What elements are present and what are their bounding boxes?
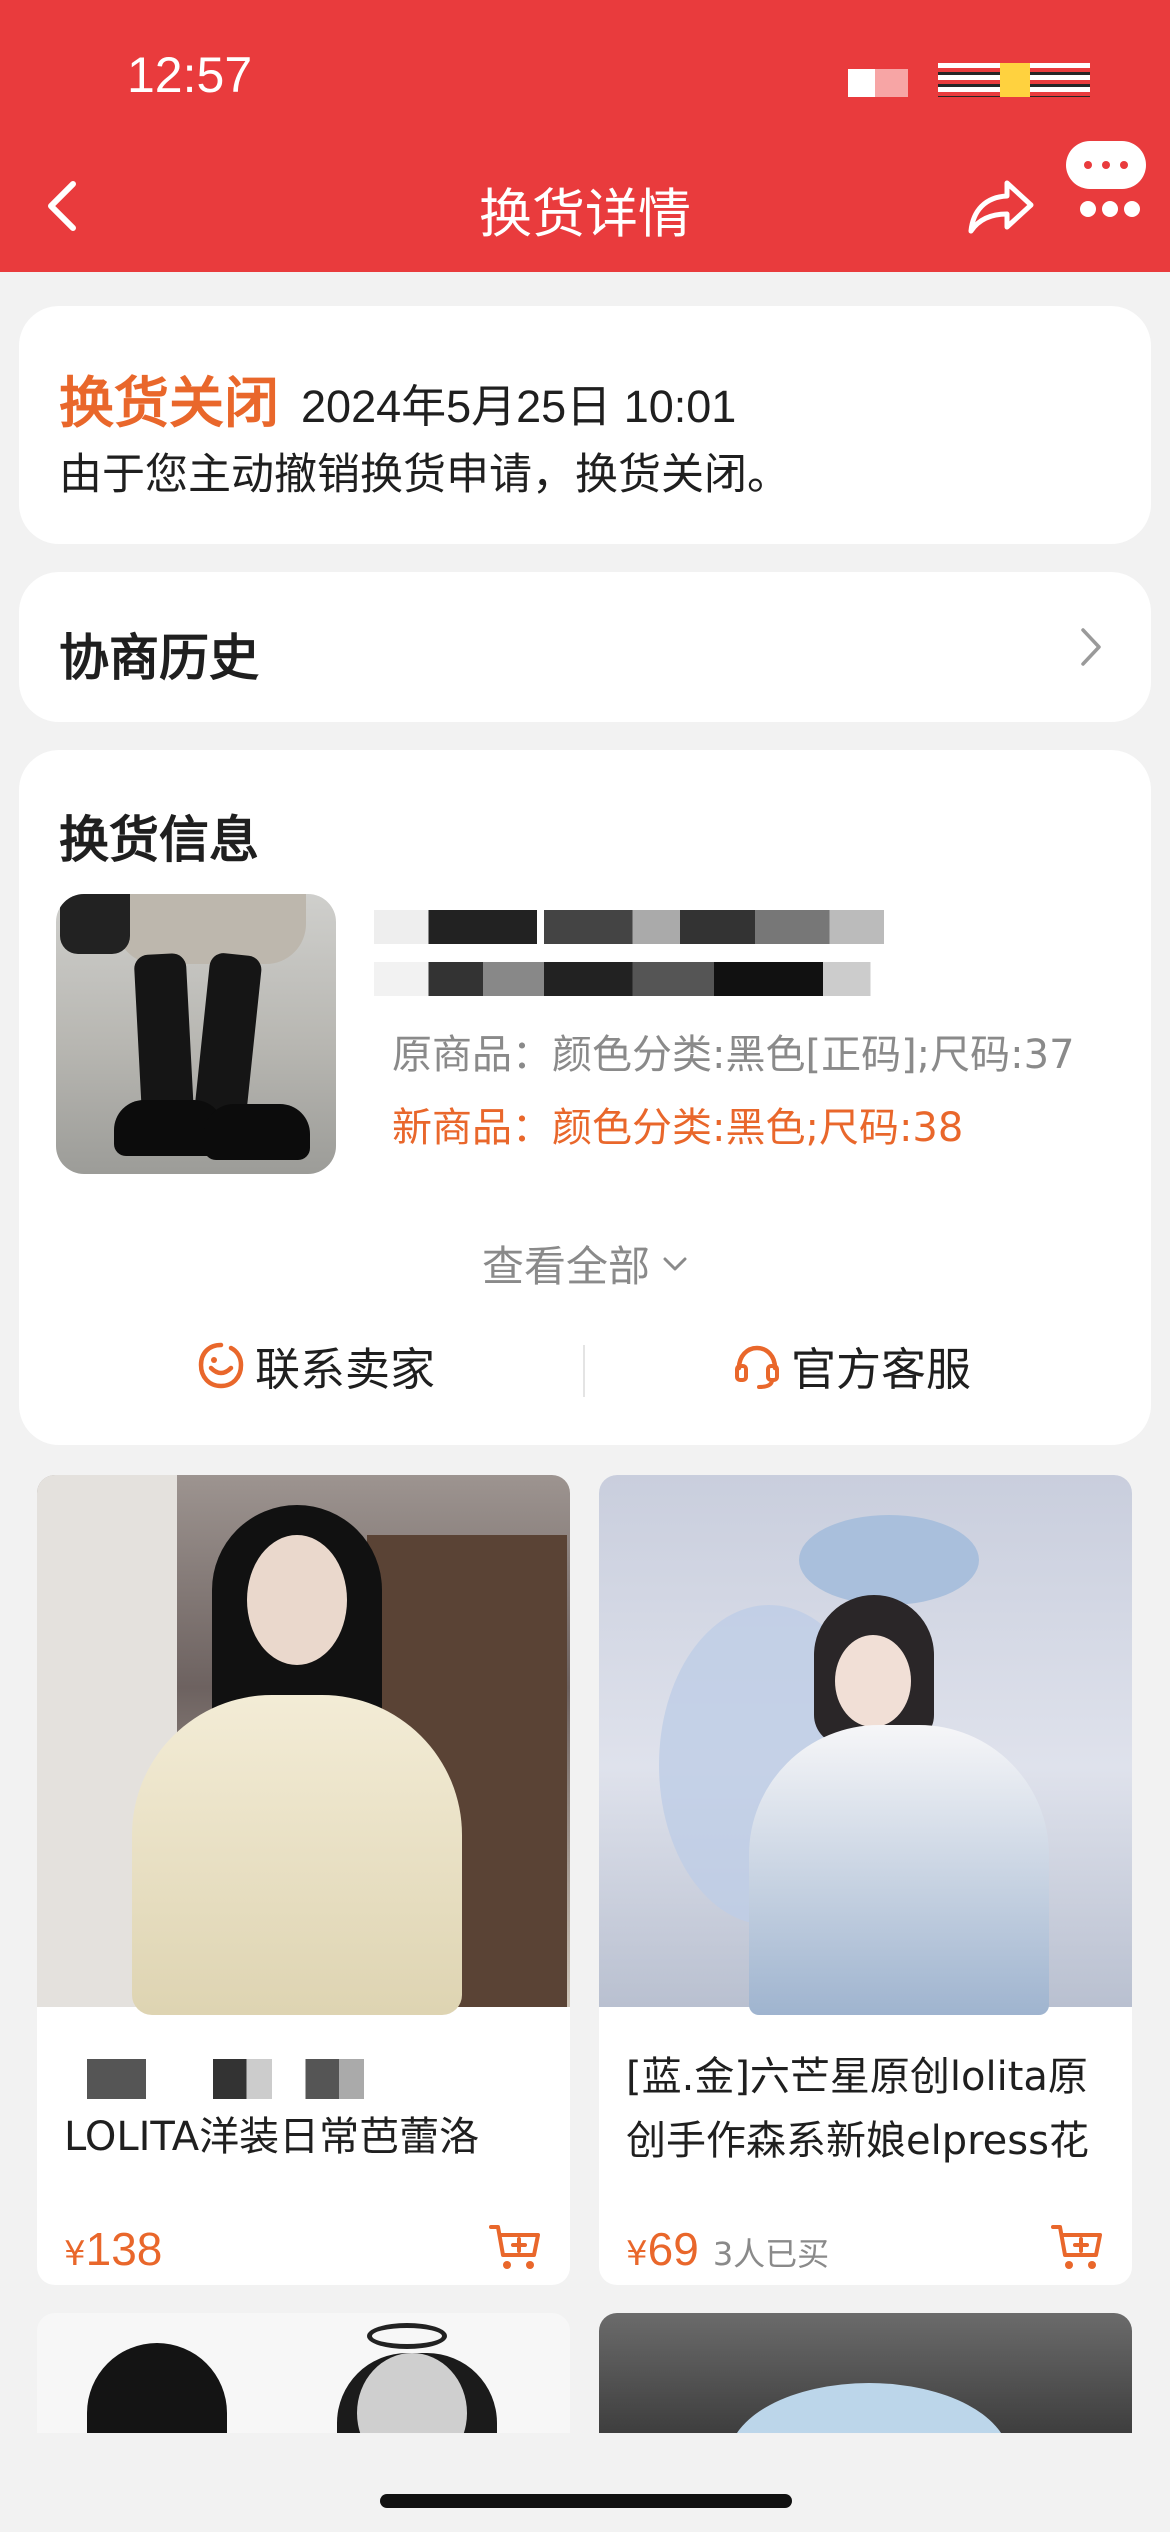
share-button[interactable] — [965, 173, 1037, 239]
contact-seller-button[interactable]: 联系卖家 — [195, 1333, 435, 1398]
official-service-label: 官方客服 — [791, 1343, 972, 1396]
more-dot — [1124, 201, 1140, 217]
status-description: 由于您主动撤销换货申请，换货关闭。 — [59, 450, 790, 500]
product-image[interactable] — [599, 1475, 1132, 2015]
product-title-redacted — [87, 2059, 507, 2099]
exchange-status-card: 换货关闭 2024年5月25日 10:01 由于您主动撤销换货申请，换货关闭。 — [19, 306, 1151, 544]
status-datetime: 2024年5月25日 10:01 — [301, 381, 737, 432]
divider — [583, 1345, 585, 1397]
cart-plus-icon — [1051, 2225, 1102, 2269]
exchange-info-card: 换货信息 原商品：颜色分类:黑色[正码];尺码:37 新商品：颜色分类:黑色;尺… — [19, 750, 1151, 1445]
headset-icon — [735, 1345, 779, 1389]
product-card[interactable]: LOLITA洋装日常芭蕾洛 ¥ 138 — [37, 1475, 570, 2285]
status-bar-time: 12:57 — [127, 47, 253, 103]
seller-chat-icon — [198, 1342, 244, 1388]
original-item-spec: 原商品：颜色分类:黑色[正码];尺码:37 — [392, 1032, 1075, 1078]
more-dot — [1102, 201, 1118, 217]
product-image — [729, 2383, 1009, 2433]
add-to-cart-button[interactable] — [487, 2219, 543, 2275]
price-amount: 69 — [647, 2223, 699, 2275]
section-title: 换货信息 — [59, 811, 259, 869]
status-label: 换货关闭 — [59, 371, 280, 435]
product-card[interactable] — [599, 2313, 1132, 2433]
chevron-down-icon — [663, 1257, 687, 1270]
product-card[interactable] — [37, 2313, 570, 2433]
share-icon — [968, 180, 1034, 234]
currency-symbol: ¥ — [64, 2234, 86, 2274]
product-thumbnail[interactable] — [56, 894, 336, 1174]
price-amount: 138 — [85, 2223, 163, 2275]
product-image[interactable] — [37, 1475, 570, 2015]
official-service-button[interactable]: 官方客服 — [731, 1333, 971, 1398]
status-bar-indicators — [848, 63, 1090, 97]
message-button[interactable] — [1066, 141, 1152, 233]
view-all-label: 查看全部 — [481, 1242, 650, 1291]
history-title: 协商历史 — [59, 629, 259, 687]
header-bar: 12:57 换货详情 — [0, 0, 1170, 272]
add-to-cart-button[interactable] — [1049, 2219, 1105, 2275]
currency-symbol: ¥ — [626, 2234, 648, 2274]
chevron-right-icon — [1071, 620, 1111, 674]
product-title: [蓝.金]六芒星原创lolita原创手作森系新娘elpress花 — [626, 2054, 1089, 2164]
contact-seller-label: 联系卖家 — [255, 1343, 436, 1396]
more-dot — [1080, 201, 1096, 217]
home-indicator[interactable] — [380, 2494, 792, 2508]
contact-actions: 联系卖家 官方客服 — [19, 1333, 1151, 1413]
sold-count: 3人已买 — [712, 2235, 830, 2273]
battery-icon — [938, 63, 1090, 97]
signal-icon — [848, 69, 908, 97]
message-icon — [1066, 141, 1146, 189]
product-price: ¥ 138 — [64, 2222, 162, 2276]
product-price: ¥ 69 3人已买 — [626, 2222, 829, 2276]
product-card[interactable]: [蓝.金]六芒星原创lolita原创手作森系新娘elpress花 ¥ 69 3人… — [599, 1475, 1132, 2285]
status-line: 换货关闭 2024年5月25日 10:01 — [59, 358, 736, 438]
product-title: LOLITA洋装日常芭蕾洛 — [64, 2114, 480, 2160]
product-title-redacted[interactable] — [374, 900, 1074, 1010]
new-item-spec: 新商品：颜色分类:黑色;尺码:38 — [392, 1105, 964, 1151]
product-image — [87, 2343, 227, 2433]
view-all-button[interactable]: 查看全部 — [19, 1233, 1151, 1294]
negotiation-history-row[interactable]: 协商历史 — [19, 572, 1151, 722]
cart-plus-icon — [489, 2225, 540, 2269]
